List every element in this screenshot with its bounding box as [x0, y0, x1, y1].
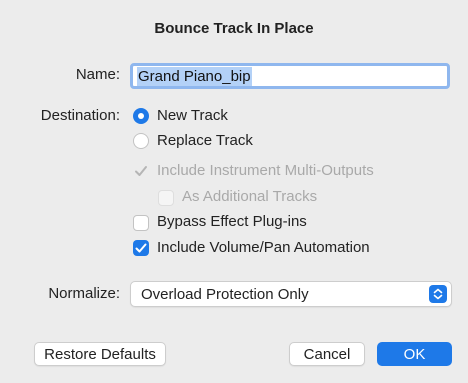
normalize-value: Overload Protection Only	[141, 286, 309, 303]
checkmark-icon	[135, 166, 147, 176]
normalize-popup[interactable]: Overload Protection Only	[130, 281, 452, 307]
restore-defaults-button[interactable]: Restore Defaults	[34, 342, 166, 366]
replace-track-label[interactable]: Replace Track	[157, 132, 253, 149]
include-multi-outputs-checkbox[interactable]	[133, 163, 149, 179]
name-label: Name:	[75, 66, 120, 83]
destination-label: Destination:	[40, 107, 120, 124]
include-multi-outputs-label: Include Instrument Multi-Outputs	[157, 162, 374, 179]
replace-track-radio[interactable]	[133, 133, 149, 149]
name-value: Grand Piano_bip	[137, 66, 252, 86]
normalize-label: Normalize:	[48, 285, 120, 302]
bypass-effect-plugins-checkbox[interactable]	[133, 215, 149, 231]
include-volume-pan-checkbox[interactable]	[133, 240, 149, 256]
checkmark-icon	[135, 243, 147, 253]
as-additional-tracks-checkbox[interactable]	[158, 190, 174, 206]
new-track-radio[interactable]	[133, 108, 149, 124]
up-down-chevron-icon	[429, 285, 447, 303]
name-field[interactable]: Grand Piano_bip	[130, 63, 450, 89]
include-volume-pan-label[interactable]: Include Volume/Pan Automation	[157, 239, 370, 256]
as-additional-tracks-label: As Additional Tracks	[182, 188, 318, 205]
new-track-label[interactable]: New Track	[157, 107, 228, 124]
bounce-dialog: Bounce Track In Place Name: Grand Piano_…	[0, 0, 468, 383]
bypass-effect-plugins-label[interactable]: Bypass Effect Plug-ins	[157, 213, 307, 230]
dialog-title: Bounce Track In Place	[154, 20, 314, 37]
ok-button[interactable]: OK	[377, 342, 452, 366]
cancel-button[interactable]: Cancel	[289, 342, 365, 366]
